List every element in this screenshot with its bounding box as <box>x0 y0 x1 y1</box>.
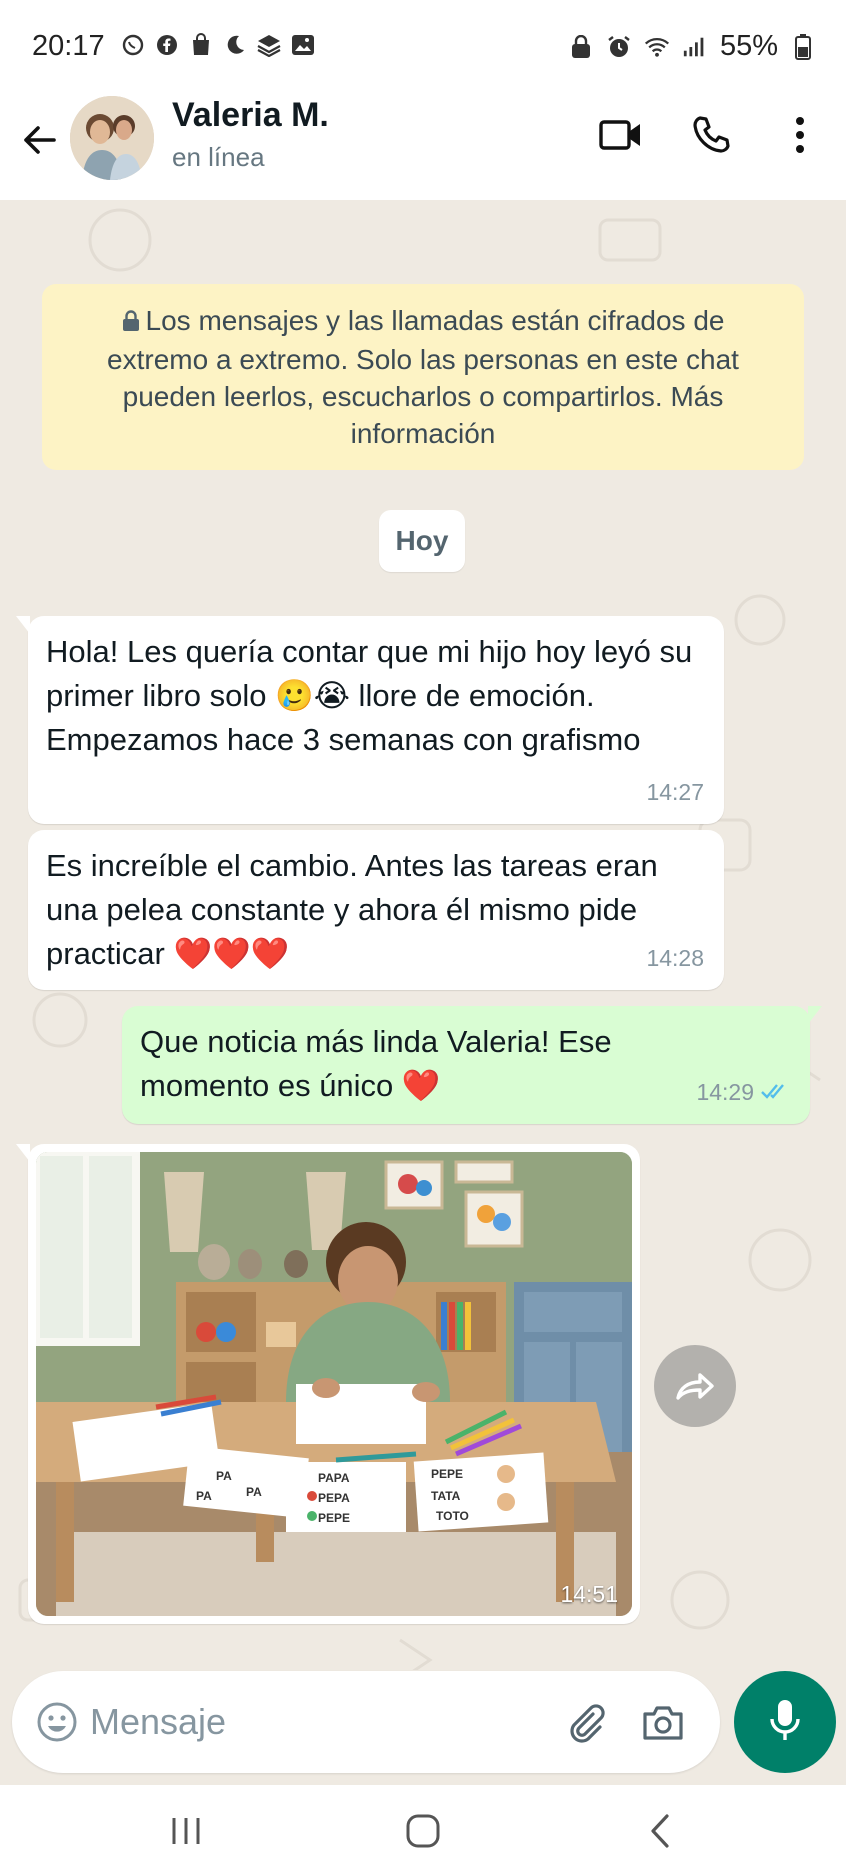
message-bubble-incoming[interactable]: Es increíble el cambio. Antes las tareas… <box>28 830 724 990</box>
contact-status: en línea <box>172 142 265 172</box>
message-time: 14:27 <box>646 779 704 805</box>
bubble-tail <box>16 616 30 634</box>
signal-icon <box>682 34 708 60</box>
whatsapp-notification-icon <box>120 32 146 58</box>
back-nav-button[interactable] <box>630 1803 690 1859</box>
status-right: 55% <box>568 30 816 63</box>
wifi-icon <box>644 34 670 60</box>
message-time: 14:28 <box>646 945 704 971</box>
voice-call-button[interactable] <box>686 110 736 160</box>
lock-icon <box>122 304 140 341</box>
worksheet-text: PA <box>216 1469 232 1483</box>
menu-icon[interactable] <box>775 110 825 160</box>
shopping-bag-notification-icon <box>188 32 214 58</box>
voice-message-button[interactable] <box>734 1671 836 1773</box>
message-text: Hola! Les quería contar que mi hijo hoy … <box>46 634 701 757</box>
worksheet-text: PA <box>246 1485 262 1499</box>
message-composer[interactable] <box>12 1671 720 1773</box>
worksheet-text: PEPE <box>431 1467 463 1481</box>
message-time: 14:29 <box>696 1070 790 1114</box>
image-message[interactable]: PA PA PA PAPA PEPA PEPE PEPE TATA TOTO 1… <box>16 1144 640 1624</box>
video-call-button[interactable] <box>596 110 646 160</box>
worksheet-text: TATA <box>431 1489 461 1503</box>
read-receipt-icon <box>760 1070 790 1114</box>
system-nav-bar <box>0 1785 846 1875</box>
worksheet-text: PAPA <box>318 1471 350 1485</box>
gallery-icon <box>290 32 316 58</box>
bubble-tail <box>808 1006 822 1024</box>
home-button[interactable] <box>393 1803 453 1859</box>
battery-icon <box>790 33 816 60</box>
recent-apps-button[interactable] <box>156 1803 216 1859</box>
attach-icon[interactable] <box>560 1697 610 1747</box>
message-text: Es increíble el cambio. Antes las tareas… <box>46 848 667 971</box>
moon-icon <box>222 32 248 58</box>
encryption-text: Los mensajes y las llamadas están cifrad… <box>107 305 739 449</box>
worksheet-text: PA <box>196 1489 212 1503</box>
back-button[interactable] <box>16 116 64 164</box>
worksheet-text: TOTO <box>436 1509 469 1523</box>
emoji-icon[interactable] <box>32 1697 82 1747</box>
message-bubble-outgoing[interactable]: Que noticia más linda Valeria! Ese momen… <box>122 1006 822 1124</box>
notification-icons <box>120 32 316 58</box>
status-bar: 20:17 55% <box>0 0 846 96</box>
battery-level: 55% <box>719 30 778 62</box>
mic-icon <box>767 1697 803 1748</box>
forward-button[interactable] <box>654 1345 736 1427</box>
message-bubble-incoming[interactable]: Hola! Les quería contar que mi hijo hoy … <box>16 616 724 824</box>
worksheet-text: PEPA <box>318 1491 350 1505</box>
chat-area[interactable]: Los mensajes y las llamadas están cifrad… <box>0 200 846 1670</box>
chat-header: Valeria M. en línea <box>0 96 846 200</box>
camera-icon[interactable] <box>638 1697 688 1747</box>
lock-badge-icon <box>568 34 594 60</box>
date-chip: Hoy <box>379 510 465 572</box>
message-time: 14:51 <box>560 1581 618 1607</box>
shared-photo[interactable]: PA PA PA PAPA PEPA PEPE PEPE TATA TOTO 1… <box>36 1152 632 1616</box>
contact-name[interactable]: Valeria M. <box>172 96 329 135</box>
bubble-tail <box>16 1144 30 1162</box>
avatar[interactable] <box>70 96 154 180</box>
status-time: 20:17 <box>32 30 105 62</box>
facebook-notification-icon <box>154 32 180 58</box>
message-input[interactable] <box>90 1693 470 1751</box>
worksheet-text: PEPE <box>318 1511 350 1525</box>
encryption-notice[interactable]: Los mensajes y las llamadas están cifrad… <box>42 284 804 470</box>
stack-icon <box>256 32 282 58</box>
alarm-icon <box>606 34 632 60</box>
